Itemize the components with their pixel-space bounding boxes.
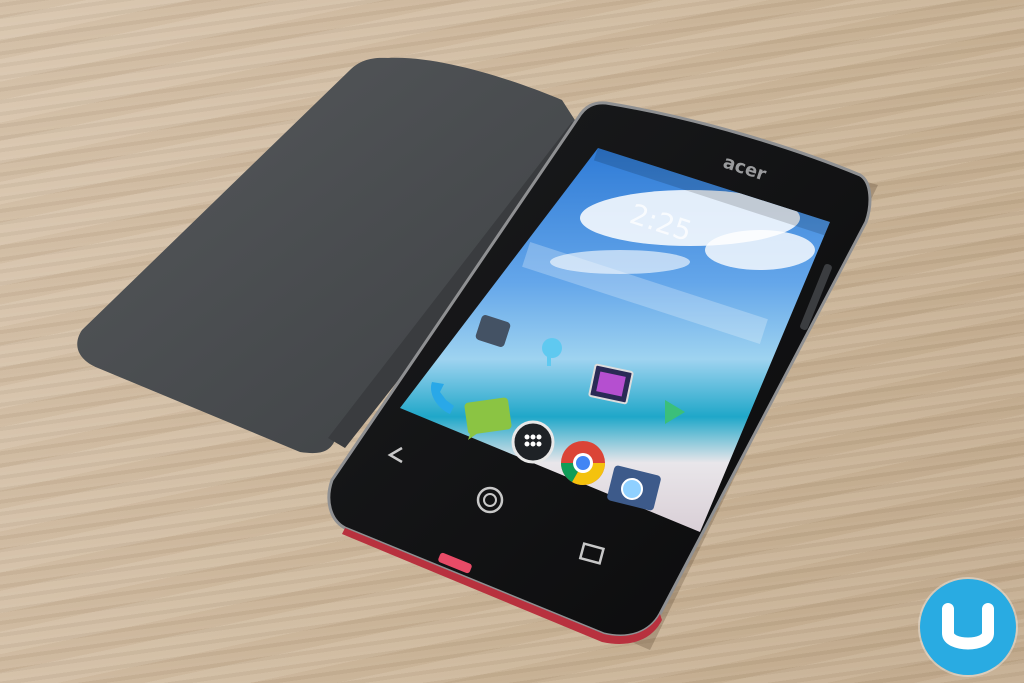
photo-scene: acer 2:25 [77,57,878,650]
chrome-icon[interactable] [561,441,605,485]
watermark-logo [920,579,1016,675]
app-drawer-icon[interactable] [511,420,555,464]
u-letter-icon [942,603,994,650]
cloud [705,230,815,270]
gallery-icon[interactable] [588,363,634,405]
